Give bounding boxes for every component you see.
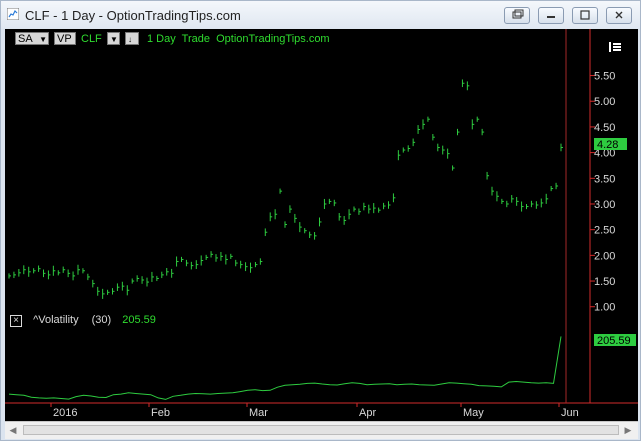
price-tick-label: 2.50 bbox=[594, 225, 615, 237]
time-label: Jun bbox=[561, 407, 579, 419]
price-tick-label: 1.00 bbox=[594, 302, 615, 314]
price-tick-label: 3.00 bbox=[594, 199, 615, 211]
chart-app-icon bbox=[7, 8, 19, 20]
indicator-close-icon[interactable]: × bbox=[10, 315, 22, 327]
volatility-axis-label: 205.59 bbox=[597, 335, 631, 347]
volatility-line bbox=[8, 336, 562, 400]
scroll-right-icon[interactable]: ▶ bbox=[622, 424, 634, 436]
restore-icon bbox=[512, 9, 524, 19]
indicator-header[interactable]: × ^Volatility (30) 205.59 bbox=[10, 314, 156, 328]
price-tick-label: 4.50 bbox=[594, 122, 615, 134]
last-price-label: 4.28 bbox=[597, 139, 618, 151]
time-label: May bbox=[463, 407, 484, 419]
price-tick-label: 5.00 bbox=[594, 96, 615, 108]
time-label: 2016 bbox=[53, 407, 77, 419]
maximize-button[interactable] bbox=[572, 7, 598, 24]
chart-window: CLF - 1 Day - OptionTradingTips.com SA ▼… bbox=[0, 0, 641, 441]
price-chart[interactable]: 5.505.004.504.003.503.002.502.001.501.00… bbox=[5, 29, 638, 421]
horizontal-scrollbar[interactable]: ◀ ▶ bbox=[5, 421, 638, 439]
price-tick-label: 3.50 bbox=[594, 173, 615, 185]
close-icon bbox=[615, 11, 623, 19]
time-label: Apr bbox=[359, 407, 376, 419]
scroll-left-icon[interactable]: ◀ bbox=[7, 424, 19, 436]
restore-button[interactable] bbox=[504, 7, 530, 24]
window-title: CLF - 1 Day - OptionTradingTips.com bbox=[25, 8, 241, 23]
time-label: Mar bbox=[249, 407, 268, 419]
minimize-icon bbox=[547, 16, 555, 18]
time-label: Feb bbox=[151, 407, 170, 419]
indicator-period: (30) bbox=[91, 314, 112, 326]
scroll-thumb[interactable] bbox=[23, 425, 619, 435]
price-tick-label: 5.50 bbox=[594, 71, 615, 83]
indicator-name: ^Volatility bbox=[33, 314, 79, 326]
maximize-icon bbox=[580, 10, 590, 20]
price-tick-label: 2.00 bbox=[594, 250, 615, 262]
close-button[interactable] bbox=[606, 7, 632, 24]
minimize-button[interactable] bbox=[538, 7, 564, 24]
title-bar[interactable]: CLF - 1 Day - OptionTradingTips.com bbox=[1, 1, 640, 29]
chart-area[interactable]: SA ▼ VP CLF ▼ ↓ 1 Day Trade OptionTradin… bbox=[5, 29, 638, 421]
price-tick-label: 1.50 bbox=[594, 276, 615, 288]
indicator-value: 205.59 bbox=[122, 314, 156, 326]
